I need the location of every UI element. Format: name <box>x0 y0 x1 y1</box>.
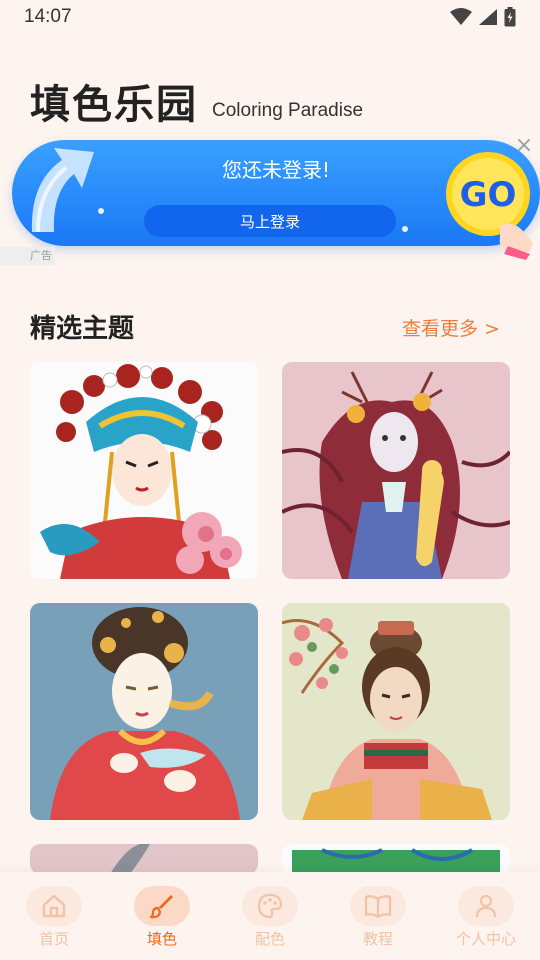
nav-palette[interactable]: 配色 <box>216 886 324 949</box>
book-icon <box>364 895 392 919</box>
nav-icon-container <box>350 886 406 926</box>
status-bar: 14:07 <box>0 0 540 34</box>
home-icon <box>42 894 66 918</box>
theme-card-jungle[interactable] <box>282 844 510 874</box>
go-label: GO <box>460 175 517 215</box>
opera-illustration <box>30 362 258 579</box>
theme-card-opera[interactable] <box>30 362 258 579</box>
wifi-icon <box>450 8 472 25</box>
banner-dot <box>402 226 408 232</box>
ad-tag: 广告 <box>0 247 55 265</box>
butterfly-illustration <box>30 844 258 874</box>
nav-label: 个人中心 <box>455 930 516 948</box>
banner-dot <box>98 208 104 214</box>
signal-icon <box>479 9 497 25</box>
nav-label: 配色 <box>254 930 285 948</box>
bottom-nav: 首页 填色 配色 教程 个人中心 <box>0 872 540 960</box>
status-time: 14:07 <box>24 6 72 27</box>
close-ad-button[interactable]: × <box>512 134 536 158</box>
nav-tutorial[interactable]: 教程 <box>324 886 432 949</box>
person-icon <box>475 894 497 918</box>
battery-icon <box>504 7 516 27</box>
nav-icon-container <box>458 886 514 926</box>
section-title: 精选主题 <box>30 314 135 344</box>
app-subtitle: Coloring Paradise <box>212 100 364 121</box>
nav-home[interactable]: 首页 <box>0 886 108 949</box>
deer-girl-illustration <box>282 362 510 579</box>
theme-card-deer-girl[interactable] <box>282 362 510 579</box>
hanfu-girl-illustration <box>282 603 510 820</box>
nav-icon-container <box>242 886 298 926</box>
nav-icon-container <box>134 886 190 926</box>
nav-label: 首页 <box>38 930 69 948</box>
nav-coloring[interactable]: 填色 <box>108 886 216 949</box>
brush-icon <box>149 895 173 919</box>
login-now-button[interactable]: 马上登录 <box>144 205 396 237</box>
nav-label: 教程 <box>362 930 393 948</box>
theme-card-hanfu-girl[interactable] <box>282 603 510 820</box>
login-banner-ad[interactable]: 您还未登录! 马上登录 GO × <box>12 134 540 260</box>
theme-card-butterfly[interactable] <box>30 844 258 874</box>
theme-card-qipao-lady[interactable] <box>30 603 258 820</box>
nav-profile[interactable]: 个人中心 <box>432 886 540 949</box>
see-more-link[interactable]: 查看更多 > <box>402 314 500 341</box>
app-title: 填色乐园 <box>30 82 198 128</box>
nav-label: 填色 <box>146 930 177 948</box>
go-badge-icon: GO <box>446 152 533 260</box>
arrow-icon <box>31 148 94 233</box>
palette-icon <box>257 893 283 919</box>
status-icons <box>450 7 516 27</box>
jungle-illustration <box>282 844 510 874</box>
nav-icon-container <box>26 886 82 926</box>
qipao-lady-illustration <box>30 603 258 820</box>
